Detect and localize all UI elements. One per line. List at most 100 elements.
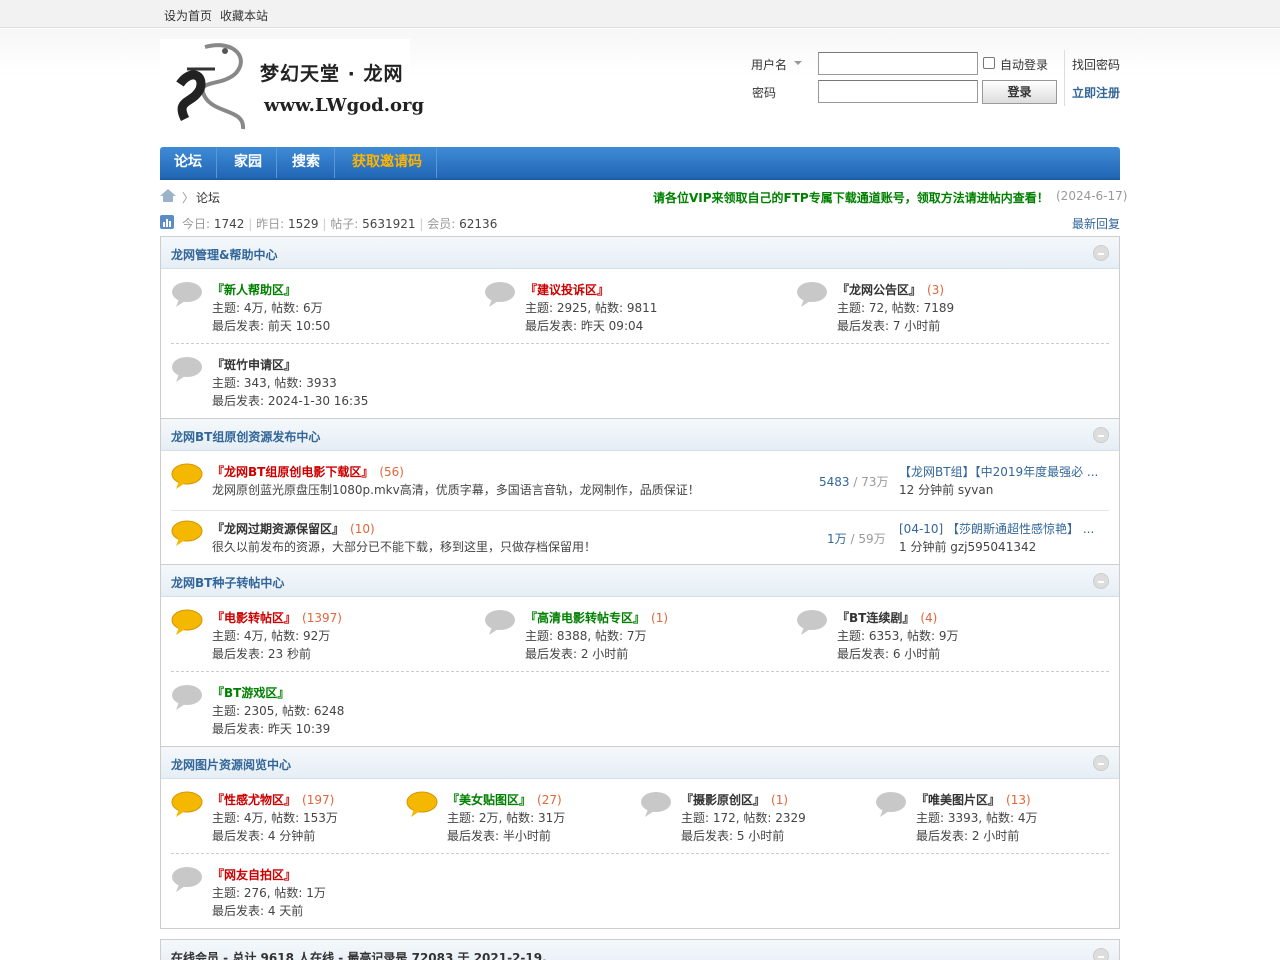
expand-icon[interactable] bbox=[1093, 948, 1109, 960]
password-input[interactable] bbox=[818, 80, 978, 103]
forum-name[interactable]: 『龙网BT组原创电影下载区』 (56) bbox=[212, 463, 404, 480]
forum-last-post[interactable]: 最后发表: 5 小时前 bbox=[681, 827, 784, 844]
last-post-by[interactable]: 12 分钟前 syvan bbox=[899, 481, 993, 498]
speech-bubble-yellow-icon bbox=[171, 791, 203, 817]
bookmark-link[interactable]: 收藏本站 bbox=[220, 7, 268, 24]
forum-name[interactable]: 『BT游戏区』 bbox=[212, 684, 289, 701]
collapse-icon[interactable] bbox=[1093, 245, 1109, 261]
speech-bubble-gray-icon bbox=[641, 792, 671, 817]
speech-bubble-gray-icon bbox=[172, 867, 202, 892]
username-label: 用户名 bbox=[751, 58, 788, 72]
nav-forum[interactable]: 论坛 bbox=[160, 147, 217, 178]
posts-label: 帖子: bbox=[330, 217, 359, 231]
forum-stats: 今日: 1742 | 昨日: 1529 | 帖子: 5631921 | 会员: … bbox=[182, 217, 498, 231]
nav-invite-code[interactable]: 获取邀请码 bbox=[338, 147, 437, 178]
speech-bubble-yellow-icon bbox=[171, 463, 203, 489]
forum-name[interactable]: 『高清电影转帖专区』 (1) bbox=[525, 609, 668, 626]
new-post-count: (10) bbox=[350, 522, 375, 536]
nav-search[interactable]: 搜索 bbox=[278, 147, 335, 178]
speech-bubble-yellow-icon bbox=[171, 609, 203, 635]
forum-last-post[interactable]: 最后发表: 7 小时前 bbox=[837, 317, 940, 334]
online-title: 在线会员 - 总计 9618 人在线 - 最高记录是 72083 于 2021-… bbox=[171, 951, 547, 960]
breadcrumb-current[interactable]: 论坛 bbox=[196, 189, 220, 206]
category-title[interactable]: 龙网管理&帮助中心 bbox=[171, 246, 277, 263]
forum-last-post[interactable]: 最后发表: 昨天 10:39 bbox=[212, 720, 330, 737]
forum-name[interactable]: 『网友自拍区』 bbox=[212, 866, 296, 883]
logo-title: 梦幻天堂 · 龙网 bbox=[260, 63, 404, 85]
forum-name[interactable]: 『新人帮助区』 bbox=[212, 281, 296, 298]
last-post-title[interactable]: 【龙网BT组】【中2019年度最强必 ... bbox=[899, 463, 1098, 480]
new-post-count: (197) bbox=[302, 793, 335, 807]
forum-stats: 主题: 6353, 帖数: 9万 bbox=[837, 629, 959, 643]
forum-last-post[interactable]: 最后发表: 23 秒前 bbox=[212, 645, 311, 662]
register-link[interactable]: 立即注册 bbox=[1072, 84, 1120, 101]
today-count: 1742 bbox=[213, 217, 245, 231]
home-icon[interactable] bbox=[160, 189, 176, 202]
site-logo[interactable]: 梦幻天堂 · 龙网 www.LWgod.org bbox=[160, 39, 424, 139]
forum-last-post[interactable]: 最后发表: 4 天前 bbox=[212, 902, 303, 919]
forum-last-post[interactable]: 最后发表: 半小时前 bbox=[447, 827, 551, 844]
find-password-link[interactable]: 找回密码 bbox=[1072, 56, 1120, 73]
forum-stats: 主题: 4万, 帖数: 92万 bbox=[212, 629, 331, 643]
chevron-down-icon[interactable] bbox=[794, 61, 802, 65]
forum-name[interactable]: 『唯美图片区』 (13) bbox=[916, 791, 1031, 808]
nav-home[interactable]: 家园 bbox=[220, 147, 277, 178]
latest-replies-link[interactable]: 最新回复 bbox=[1072, 215, 1120, 232]
login-button[interactable]: 登录 bbox=[982, 80, 1057, 104]
divider bbox=[171, 853, 1109, 854]
forum-name[interactable]: 『性感尤物区』 (197) bbox=[212, 791, 334, 808]
speech-bubble-gray-icon bbox=[172, 282, 202, 307]
category-title[interactable]: 龙网图片资源阅览中心 bbox=[171, 756, 291, 773]
forum-stats: 主题: 343, 帖数: 3933 bbox=[212, 376, 337, 390]
forum-name[interactable]: 『龙网过期资源保留区』 (10) bbox=[212, 520, 375, 537]
category-header: 龙网管理&帮助中心 bbox=[161, 237, 1119, 269]
collapse-icon[interactable] bbox=[1093, 427, 1109, 443]
forum-last-post[interactable]: 最后发表: 前天 10:50 bbox=[212, 317, 330, 334]
collapse-icon[interactable] bbox=[1093, 573, 1109, 589]
notice-date: (2024-6-17) bbox=[1056, 189, 1128, 203]
last-post-by[interactable]: 1 分钟前 gzj595041342 bbox=[899, 538, 1036, 555]
speech-bubble-gray-icon bbox=[172, 357, 202, 382]
forum-stats: 主题: 3393, 帖数: 4万 bbox=[916, 811, 1038, 825]
forum-name[interactable]: 『BT连续剧』 (4) bbox=[837, 609, 937, 626]
forum-stats: 主题: 172, 帖数: 2329 bbox=[681, 811, 806, 825]
logo-url: www.LWgod.org bbox=[264, 95, 425, 116]
forum-name[interactable]: 『斑竹申请区』 bbox=[212, 356, 296, 373]
username-input[interactable] bbox=[818, 52, 978, 75]
category-header: 龙网BT组原创资源发布中心 bbox=[161, 419, 1119, 451]
login-divider bbox=[1064, 50, 1065, 106]
forum-name[interactable]: 『龙网公告区』 (3) bbox=[837, 281, 944, 298]
forum-name[interactable]: 『摄影原创区』 (1) bbox=[681, 791, 788, 808]
dragon-logo-icon bbox=[176, 43, 245, 130]
speech-bubble-gray-icon bbox=[876, 792, 906, 817]
stats-chart-icon bbox=[160, 215, 174, 229]
forum-last-post[interactable]: 最后发表: 6 小时前 bbox=[837, 645, 940, 662]
divider bbox=[171, 343, 1109, 344]
auto-login-checkbox[interactable] bbox=[983, 57, 995, 69]
forum-stats: 主题: 2305, 帖数: 6248 bbox=[212, 704, 345, 718]
forum-name[interactable]: 『美女贴图区』 (27) bbox=[447, 791, 562, 808]
forum-last-post[interactable]: 最后发表: 2024-1-30 16:35 bbox=[212, 392, 368, 409]
set-home-link[interactable]: 设为首页 bbox=[164, 7, 212, 24]
forum-last-post[interactable]: 最后发表: 昨天 09:04 bbox=[525, 317, 643, 334]
collapse-icon[interactable] bbox=[1093, 755, 1109, 771]
category-title[interactable]: 龙网BT种子转帖中心 bbox=[171, 574, 284, 591]
divider bbox=[171, 510, 1109, 511]
category-bt-original: 龙网BT组原创资源发布中心 『龙网BT组原创电影下载区』 (56) 龙网原创蓝光原… bbox=[160, 418, 1120, 565]
forum-last-post[interactable]: 最后发表: 2 小时前 bbox=[916, 827, 1019, 844]
speech-bubble-gray-icon bbox=[485, 282, 515, 307]
forum-description: 很久以前发布的资源，大部分已不能下载，移到这里，只做存档保留用！ bbox=[212, 540, 597, 554]
forum-stats: 主题: 4万, 帖数: 153万 bbox=[212, 811, 338, 825]
category-header: 龙网图片资源阅览中心 bbox=[161, 747, 1119, 779]
forum-last-post[interactable]: 最后发表: 2 小时前 bbox=[525, 645, 628, 662]
forum-name[interactable]: 『建议投诉区』 bbox=[525, 281, 609, 298]
new-post-count: (27) bbox=[537, 793, 562, 807]
password-label: 密码 bbox=[752, 86, 777, 100]
forum-name[interactable]: 『电影转帖区』 (1397) bbox=[212, 609, 342, 626]
category-title[interactable]: 龙网BT组原创资源发布中心 bbox=[171, 428, 320, 445]
new-post-count: (3) bbox=[927, 283, 945, 297]
forum-last-post[interactable]: 最后发表: 4 分钟前 bbox=[212, 827, 315, 844]
last-post-title[interactable]: [04-10] 【莎朗斯通超性感惊艳】 ... bbox=[899, 520, 1094, 537]
vip-notice-link[interactable]: 请各位VIP来领取自己的FTP专属下载通道账号，领取方法请进帖内查看！ bbox=[653, 189, 1049, 206]
speech-bubble-gray-icon bbox=[172, 685, 202, 710]
